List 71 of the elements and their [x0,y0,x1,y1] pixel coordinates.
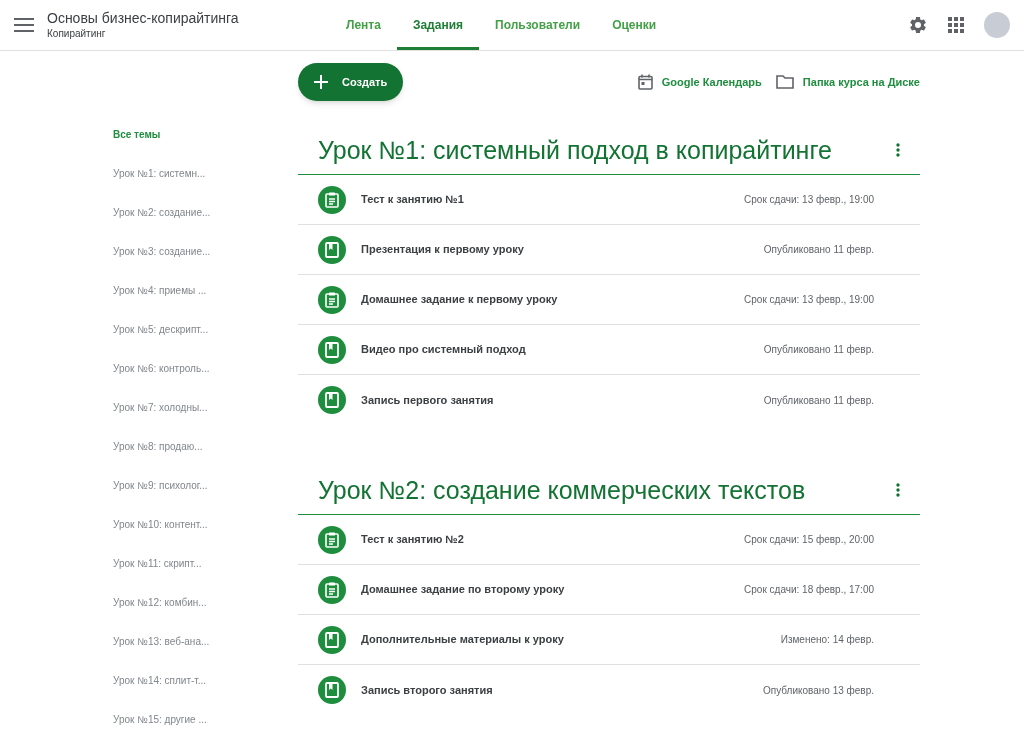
item-date: Опубликовано 13 февр. [762,683,874,698]
topic-heading: Урок №2: создание коммерческих текстов [318,474,806,505]
topic-link[interactable]: Урок №3: создание... [113,244,298,259]
topic-link[interactable]: Урок №15: другие ... [113,712,298,727]
classwork-item[interactable]: Домашнее задание к первому уроку Срок сдачи: 13 февр., 19:00 [298,275,920,325]
settings-icon[interactable] [908,15,928,35]
folder-icon [775,75,794,89]
item-date: Срок сдачи: 15 февр., 20:00 [744,533,874,547]
classwork-item[interactable]: Тест к занятию №1 Срок сдачи: 13 февр., 19:00 [298,175,920,225]
course-title: Основы бизнес-копирайтинга [47,9,239,27]
classwork-item[interactable]: Дополнительные материалы к уроку Изменено: 14 февр. [298,615,920,665]
item-title: Запись первого занятия [361,392,494,408]
more-options-icon[interactable] [896,482,900,497]
topic-link[interactable]: Урок №12: комбин... [113,595,298,610]
item-title: Презентация к первому уроку [361,242,524,258]
topic-link[interactable]: Все темы [113,127,298,142]
item-date: Опубликовано 11 февр. [763,243,874,257]
clipboard-icon [325,531,339,548]
classwork-item[interactable]: Презентация к первому уроку Опубликовано 11 февр. [298,225,920,275]
item-title: Домашнее задание к первому уроку [361,292,558,308]
classwork-item[interactable]: Запись первого занятия Опубликовано 11 февр. [298,375,920,425]
classwork-item[interactable]: Тест к занятию №2 Срок сдачи: 15 февр., 20:00 [298,515,920,565]
topic-link[interactable]: Урок №10: контент... [113,517,298,532]
apps-grid-icon[interactable] [948,17,964,33]
create-button[interactable]: Создать [298,63,404,101]
plus-icon [314,75,328,89]
book-icon [325,341,339,358]
nav-tab[interactable]: Пользователи [479,0,597,50]
item-title: Видео про системный подход [361,342,526,358]
nav-tab[interactable]: Оценки [596,0,673,50]
topic-link[interactable]: Урок №5: дескрипт... [113,322,298,337]
book-icon [325,631,339,648]
topic-link[interactable]: Урок №13: веб-ана... [113,634,298,649]
classwork-item[interactable]: Домашнее задание по второму уроку Срок сдачи: 18 февр., 17:00 [298,565,920,615]
classwork-item[interactable]: Запись второго занятия Опубликовано 13 февр. [298,665,920,715]
nav-tab[interactable]: Лента [330,0,397,50]
topic-link[interactable]: Урок №6: контроль... [113,361,298,376]
topic-heading: Урок №1: системный подход в копирайтинге [318,134,832,165]
item-title: Дополнительные материалы к уроку [361,632,564,648]
topic-link[interactable]: Урок №11: скрипт... [113,556,298,571]
menu-icon[interactable] [14,18,34,32]
item-title: Домашнее задание по второму уроку [361,582,565,598]
nav-tab[interactable]: Задания [396,0,479,50]
item-date: Изменено: 14 февр. [780,633,874,647]
item-date: Опубликовано 11 февр. [763,393,874,408]
topic-link[interactable]: Урок №14: сплит-т... [113,673,298,688]
book-icon [325,392,339,408]
item-date: Срок сдачи: 13 февр., 19:00 [744,193,874,207]
clipboard-icon [325,291,339,308]
item-title: Запись второго занятия [361,682,493,698]
calendar-icon [637,74,653,90]
classwork-item[interactable]: Видео про системный подход Опубликовано 11 февр. [298,325,920,375]
topic-link[interactable]: Урок №2: создание... [113,205,298,220]
book-icon [325,682,339,698]
topic-link[interactable]: Урок №1: системн... [113,166,298,181]
course-link[interactable]: Google Календарь [637,73,762,91]
topic-link[interactable]: Урок №7: холодны... [113,400,298,415]
clipboard-icon [325,191,339,208]
item-title: Тест к занятию №2 [361,532,464,548]
item-date: Срок сдачи: 13 февр., 19:00 [744,293,874,307]
item-date: Срок сдачи: 18 февр., 17:00 [744,583,874,597]
topic-link[interactable]: Урок №9: психолог... [113,478,298,493]
topic-link[interactable]: Урок №8: продаю... [113,439,298,454]
more-options-icon[interactable] [896,142,900,157]
course-link[interactable]: Папка курса на Диске [775,73,920,91]
item-title: Тест к занятию №1 [361,192,464,208]
book-icon [325,241,339,258]
course-subtitle: Копирайтинг [47,27,107,41]
item-date: Опубликовано 11 февр. [763,343,874,357]
topic-link[interactable]: Урок №4: приемы ... [113,283,298,298]
clipboard-icon [325,581,339,598]
